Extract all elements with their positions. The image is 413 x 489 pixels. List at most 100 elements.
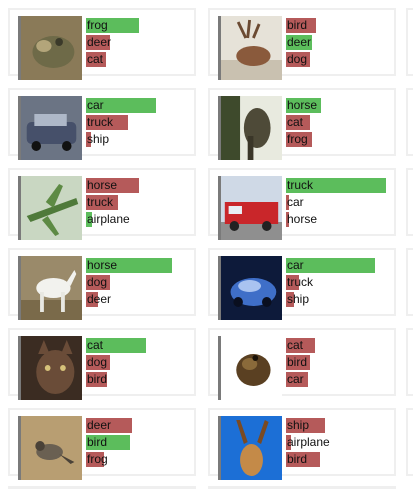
- prediction-row: bird: [86, 371, 196, 388]
- prediction-card-partial: [406, 408, 413, 476]
- prediction-row: bird: [286, 451, 396, 468]
- prediction-label: cat: [287, 115, 304, 129]
- prediction-list: ship airplane bird: [286, 417, 396, 468]
- prediction-card: cat dog bird: [8, 328, 196, 400]
- frog-thumbnail: [18, 16, 82, 80]
- prediction-card-partial: [406, 8, 413, 76]
- prediction-card: cat bird car: [208, 328, 396, 400]
- prediction-label: bird: [287, 452, 308, 466]
- horse-white-thumbnail: [18, 256, 82, 320]
- prediction-label: bird: [287, 18, 308, 32]
- prediction-list: horse dog deer: [86, 257, 196, 308]
- bird-thumbnail: [18, 416, 82, 480]
- cat-thumbnail: [18, 336, 82, 400]
- prediction-card-partial: [406, 248, 413, 316]
- prediction-row: frog: [286, 131, 396, 148]
- prediction-label: car: [87, 98, 104, 112]
- prediction-card: ship airplane bird: [208, 408, 396, 480]
- prediction-label: truck: [87, 195, 114, 209]
- prediction-label: cat: [287, 338, 304, 352]
- prediction-list: truck car horse: [286, 177, 396, 228]
- prediction-row: truck: [86, 114, 196, 131]
- prediction-card: horse cat frog: [208, 88, 396, 160]
- prediction-card: bird deer dog: [208, 8, 396, 80]
- car-blue-thumbnail: [218, 256, 282, 320]
- prediction-label: car: [287, 372, 304, 386]
- prediction-row: cat: [86, 51, 196, 68]
- prediction-list: car truck ship: [86, 97, 196, 148]
- prediction-row: car: [86, 97, 196, 114]
- airplane-thumbnail: [18, 176, 82, 240]
- prediction-label: truck: [287, 275, 314, 289]
- prediction-row: car: [286, 257, 396, 274]
- prediction-row: deer: [86, 291, 196, 308]
- prediction-label: frog: [87, 18, 108, 32]
- prediction-row: cat: [286, 337, 396, 354]
- prediction-row: ship: [286, 417, 396, 434]
- prediction-row: dog: [86, 354, 196, 371]
- prediction-list: deer bird frog: [86, 417, 196, 468]
- prediction-row: car: [286, 371, 396, 388]
- prediction-row: dog: [86, 274, 196, 291]
- prediction-row: horse: [86, 177, 196, 194]
- prediction-list: bird deer dog: [286, 17, 396, 68]
- prediction-card-partial: [406, 168, 413, 236]
- prediction-list: cat dog bird: [86, 337, 196, 388]
- prediction-row: ship: [286, 291, 396, 308]
- prediction-card-partial: [406, 328, 413, 396]
- prediction-row: frog: [86, 17, 196, 34]
- prediction-label: horse: [287, 98, 318, 112]
- prediction-list: frog deer cat: [86, 17, 196, 68]
- prediction-label: truck: [87, 115, 114, 129]
- prediction-card: car truck ship: [208, 248, 396, 320]
- truck-thumbnail: [218, 176, 282, 240]
- prediction-card-partial: [406, 88, 413, 156]
- prediction-card: horse dog deer: [8, 248, 196, 320]
- frog-dark-thumbnail: [218, 336, 282, 400]
- prediction-label: bird: [287, 355, 308, 369]
- prediction-row: truck: [286, 177, 396, 194]
- prediction-label: horse: [287, 212, 318, 226]
- prediction-label: bird: [87, 372, 108, 386]
- prediction-row: airplane: [286, 434, 396, 451]
- prediction-label: deer: [87, 292, 112, 306]
- prediction-label: airplane: [87, 212, 130, 226]
- prediction-row: bird: [286, 354, 396, 371]
- prediction-row: horse: [86, 257, 196, 274]
- prediction-label: car: [287, 258, 304, 272]
- prediction-list: car truck ship: [286, 257, 396, 308]
- horse-thumbnail: [218, 96, 282, 160]
- deer-sky-thumbnail: [218, 416, 282, 480]
- prediction-card: frog deer cat: [8, 8, 196, 80]
- prediction-label: airplane: [287, 435, 330, 449]
- prediction-label: deer: [87, 35, 112, 49]
- prediction-label: deer: [287, 35, 312, 49]
- prediction-label: frog: [87, 452, 108, 466]
- prediction-row: bird: [86, 434, 196, 451]
- prediction-card: car truck ship: [8, 88, 196, 160]
- prediction-label: ship: [87, 132, 110, 146]
- prediction-row: cat: [286, 114, 396, 131]
- prediction-label: cat: [87, 52, 104, 66]
- car-thumbnail: [18, 96, 82, 160]
- deer-thumbnail: [218, 16, 282, 80]
- prediction-row: horse: [286, 211, 396, 228]
- prediction-label: horse: [87, 258, 118, 272]
- prediction-card: deer bird frog: [8, 408, 196, 480]
- prediction-row: bird: [286, 17, 396, 34]
- prediction-row: horse: [286, 97, 396, 114]
- prediction-label: frog: [287, 132, 308, 146]
- prediction-row: dog: [286, 51, 396, 68]
- prediction-list: horse truck airplane: [86, 177, 196, 228]
- prediction-row: cat: [86, 337, 196, 354]
- prediction-label: horse: [87, 178, 118, 192]
- prediction-grid: frog deer cat bird deer dog car truck ship horse c…: [0, 0, 413, 489]
- prediction-row: airplane: [86, 211, 196, 228]
- prediction-card: truck car horse: [208, 168, 396, 240]
- prediction-label: cat: [87, 338, 104, 352]
- prediction-list: horse cat frog: [286, 97, 396, 148]
- prediction-label: truck: [287, 178, 314, 192]
- prediction-row: ship: [86, 131, 196, 148]
- prediction-label: dog: [87, 275, 108, 289]
- prediction-row: deer: [86, 34, 196, 51]
